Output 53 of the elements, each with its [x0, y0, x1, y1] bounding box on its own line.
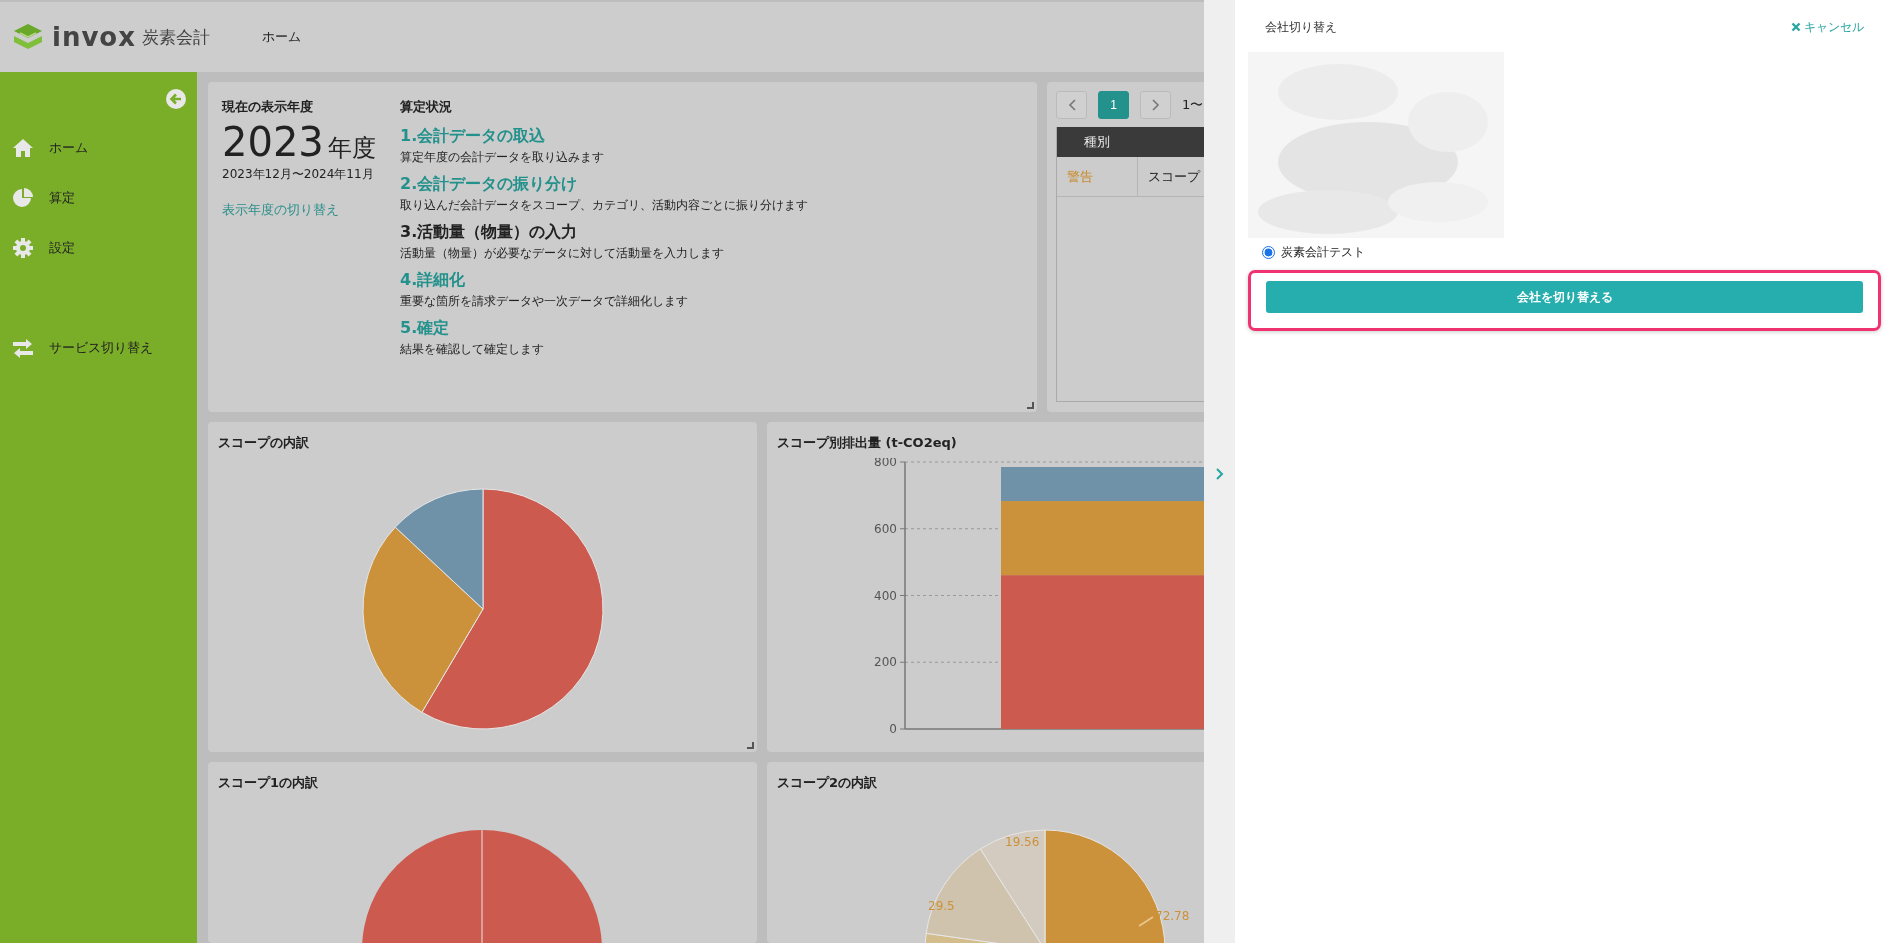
year-suffix: 年度 [327, 133, 376, 164]
step-link[interactable]: 4.詳細化 [400, 270, 808, 291]
pie-chart-icon [12, 187, 34, 209]
step-description: 算定年度の会計データを取り込みます [400, 149, 605, 166]
nav-link[interactable]: ホーム [262, 28, 301, 46]
radio-button[interactable] [1262, 246, 1275, 259]
switch-company-button[interactable]: 会社を切り替える [1266, 281, 1863, 313]
cancel-link[interactable]: キャンセル [1791, 18, 1864, 36]
chart-title: スコープ2の内訳 [776, 774, 879, 792]
year-value: 2023 [222, 120, 324, 164]
period-text: 2023年12月〜2024年11月 [222, 166, 375, 183]
sidebar-item[interactable]: サービス切り替え [0, 323, 197, 373]
resize-handle[interactable] [1027, 402, 1034, 409]
tick-label: 0 [889, 722, 897, 736]
step-title: 3.活動量（物量）の入力 [400, 222, 579, 243]
step-link[interactable]: 5.確定 [400, 318, 808, 339]
page-range: 1〜 [1182, 96, 1204, 114]
sidebar-item[interactable]: ホーム [0, 123, 197, 173]
table-cell: 警告 [1057, 157, 1138, 196]
arrows-icon [12, 337, 34, 359]
chart-title: スコープ1の内訳 [217, 774, 320, 792]
column-header: 種別 [1084, 133, 1110, 151]
chevron-right-icon [1214, 467, 1225, 481]
tick-label: 200 [874, 655, 897, 670]
sidebar-item[interactable]: 算定 [0, 173, 197, 223]
close-icon [1791, 22, 1801, 32]
tick-label: 600 [874, 521, 897, 536]
panel-title: 会社切り替え [1265, 18, 1337, 36]
step-description: 活動量（物量）が必要なデータに対して活動量を入力します [400, 245, 725, 262]
step-description: 取り込んだ会計データをスコープ、カテゴリ、活動内容ごとに振り分けます [400, 197, 808, 214]
slice-label: 29.5 [928, 899, 955, 913]
chart-title: スコープの内訳 [217, 434, 310, 452]
year-switch-link[interactable]: 表示年度の切り替え [222, 201, 339, 219]
chevron-left-icon [1067, 99, 1076, 111]
table-cell-text: スコープ [1147, 167, 1200, 186]
resize-handle[interactable] [747, 742, 754, 749]
chevron-right-icon [1151, 99, 1160, 111]
leader-line [1138, 916, 1154, 927]
section-heading: 現在の表示年度 [222, 98, 314, 116]
logo-subtext: 炭素会計 [142, 25, 210, 49]
sidebar-item[interactable]: 設定 [0, 223, 197, 273]
company-option[interactable]: 炭素会計テスト [1248, 244, 1881, 261]
tick-label: 400 [874, 588, 897, 603]
section-heading: 算定状況 [400, 98, 453, 116]
chart-title: スコープ別排出量 (t-CO2eq) [776, 434, 958, 452]
step-link[interactable]: 2.会計データの振り分け [400, 174, 808, 195]
home-icon [12, 137, 34, 159]
slice-label: 19.56 [1005, 835, 1040, 849]
step-description: 結果を確認して確定します [400, 341, 545, 358]
step-link[interactable]: 1.会計データの取込 [400, 126, 808, 147]
logo-text: invox [52, 22, 136, 52]
page-button[interactable]: 1 [1098, 91, 1129, 119]
step-description: 重要な箇所を請求データや一次データで詳細化します [400, 293, 689, 310]
